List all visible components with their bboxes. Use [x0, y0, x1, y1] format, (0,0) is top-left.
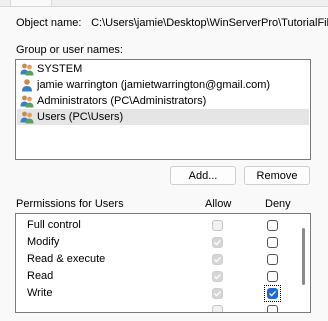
deny-checkbox[interactable]: [267, 237, 278, 248]
user-list-label: jamie warrington (jamietwarrington@gmail…: [37, 79, 271, 91]
permissions-header: Permissions for Users Allow Deny: [0, 198, 328, 212]
user-list-item-system[interactable]: SYSTEM: [17, 61, 309, 77]
check-icon: [214, 239, 221, 246]
scrollbar-thumb[interactable]: [302, 228, 305, 285]
allow-column-label: Allow: [205, 198, 232, 210]
allow-checkbox[interactable]: [212, 254, 223, 265]
deny-checkbox[interactable]: [267, 254, 278, 265]
user-list-item-users[interactable]: Users (PC\Users): [17, 109, 309, 125]
check-icon: [214, 273, 221, 280]
allow-checkbox[interactable]: [212, 237, 223, 248]
permission-name: Read & execute: [27, 253, 106, 265]
user-list-item-administrators[interactable]: Administrators (PC\Administrators): [17, 93, 309, 109]
allow-checkbox[interactable]: [212, 305, 223, 312]
user-icon: [22, 79, 32, 92]
user-list-label: Administrators (PC\Administrators): [37, 95, 207, 107]
deny-checkbox[interactable]: [267, 305, 278, 312]
permission-row: Modify: [16, 234, 310, 251]
check-icon: [214, 256, 221, 263]
permission-name: Modify: [27, 236, 60, 248]
permission-name: Full control: [27, 219, 81, 231]
object-name-value: C:\Users\jamie\Desktop\WinServerPro\Tuto…: [91, 17, 328, 29]
user-list[interactable]: SYSTEM jamie warrington (jamietwarringto…: [15, 59, 311, 160]
deny-checkbox[interactable]: [267, 288, 278, 299]
allow-checkbox[interactable]: [212, 271, 223, 282]
permissions-list: Full control Modify Read & execute Read …: [15, 213, 311, 313]
group-users-icon: [20, 63, 34, 76]
allow-checkbox[interactable]: [212, 288, 223, 299]
group-users-icon: [20, 111, 34, 124]
permission-row: Read: [16, 268, 310, 285]
user-list-label: SYSTEM: [37, 63, 83, 75]
permission-row: Full control: [16, 217, 310, 234]
object-name-row: Object name: C:\Users\jamie\Desktop\WinS…: [16, 17, 328, 29]
allow-checkbox[interactable]: [212, 220, 223, 231]
check-icon: [214, 290, 221, 297]
group-names-label: Group or user names:: [16, 44, 123, 56]
remove-button[interactable]: Remove: [244, 166, 310, 185]
user-list-item-jamie[interactable]: jamie warrington (jamietwarrington@gmail…: [17, 77, 309, 93]
permission-row-partial: [16, 302, 310, 312]
deny-column-label: Deny: [265, 198, 291, 210]
check-icon: [269, 290, 276, 297]
permissions-title: Permissions for Users: [16, 198, 124, 210]
permission-name: Read: [27, 270, 54, 282]
user-list-label: Users (PC\Users): [37, 111, 124, 123]
permission-row: Read & execute: [16, 251, 310, 268]
add-button[interactable]: Add...: [170, 166, 236, 185]
group-users-icon: [20, 95, 34, 108]
permission-row: Write: [16, 285, 310, 302]
deny-checkbox[interactable]: [267, 271, 278, 282]
permission-name: Write: [27, 287, 53, 299]
deny-checkbox[interactable]: [267, 220, 278, 231]
object-name-label: Object name:: [16, 17, 82, 29]
